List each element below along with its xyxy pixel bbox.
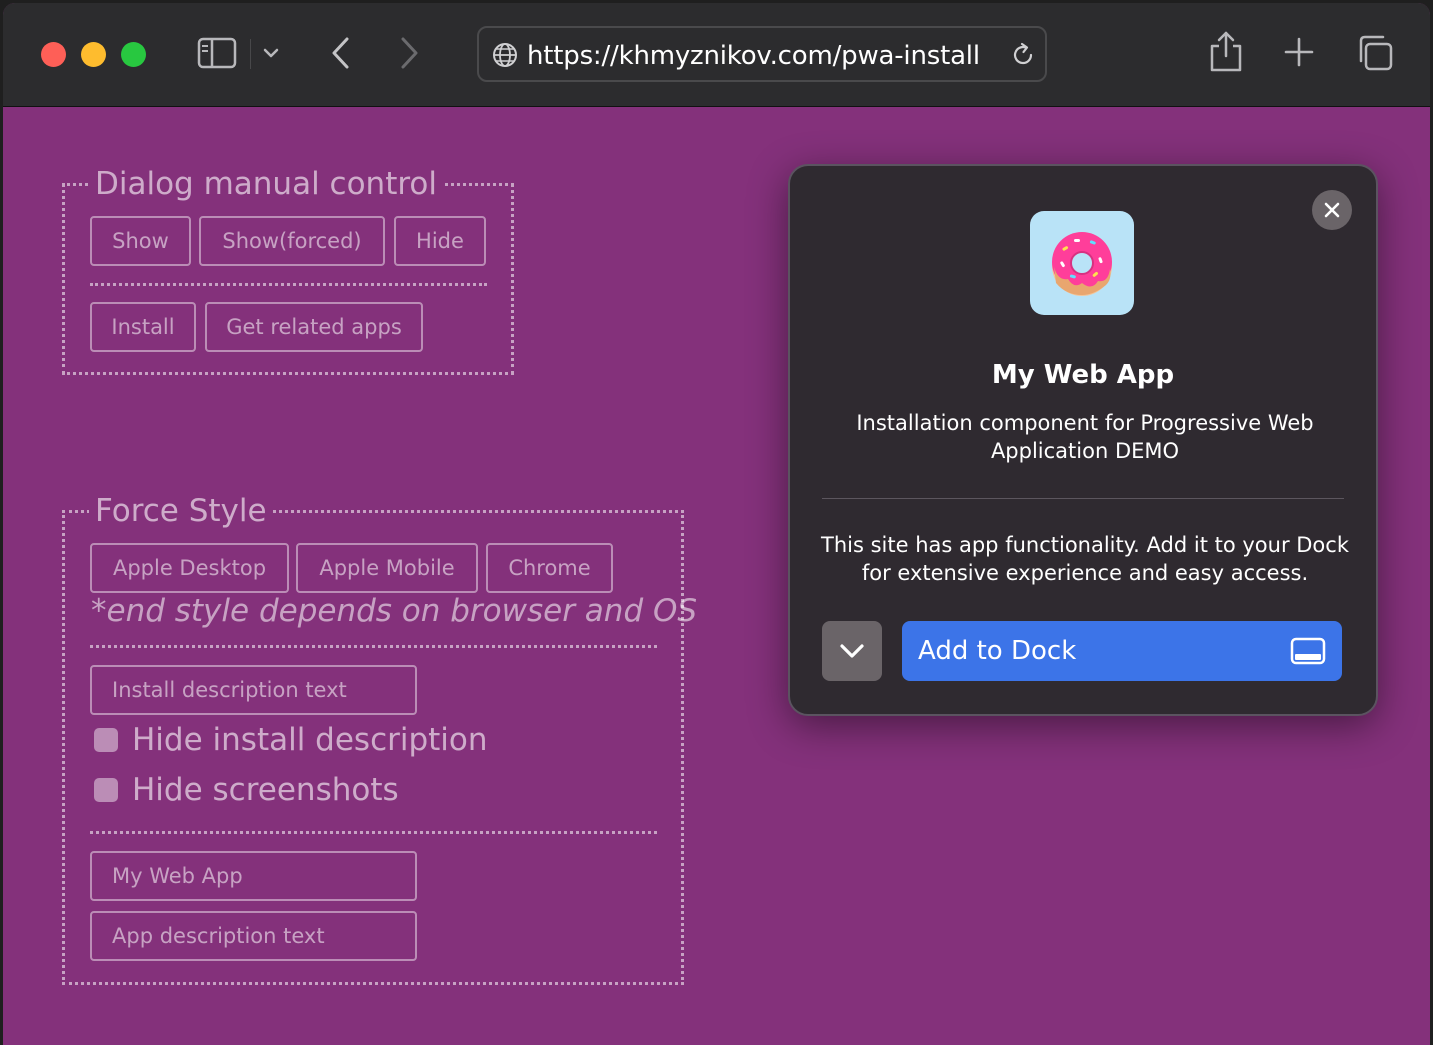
force-style-group: Force Style Apple Desktop Apple Mobile C… bbox=[62, 493, 697, 985]
show-button[interactable]: Show bbox=[90, 216, 191, 266]
install-description-input[interactable]: Install description text bbox=[90, 665, 417, 715]
dialog-app-description: Installation component for Progressive W… bbox=[856, 411, 1314, 463]
apple-mobile-button[interactable]: Apple Mobile bbox=[296, 543, 478, 593]
plus-icon[interactable] bbox=[1283, 36, 1315, 68]
app-description-input[interactable]: App description text bbox=[90, 911, 417, 961]
hide-install-description-label[interactable]: Hide install description bbox=[132, 722, 488, 758]
hide-install-description-checkbox-row[interactable]: Hide install description bbox=[94, 722, 488, 758]
dock-icon bbox=[1290, 637, 1326, 665]
add-to-dock-label[interactable]: Add to Dock bbox=[918, 636, 1076, 666]
dialog-app-name: My Web App bbox=[991, 360, 1175, 390]
donut-icon bbox=[1052, 232, 1112, 296]
reload-icon[interactable] bbox=[1009, 41, 1037, 69]
url-text[interactable]: https://khmyznikov.com/pwa-install bbox=[527, 41, 980, 71]
show-forced-button[interactable]: Show(forced) bbox=[199, 216, 385, 266]
chevron-down-icon bbox=[840, 644, 864, 658]
dialog-control-legend: Dialog manual control bbox=[89, 166, 443, 202]
hide-install-description-checkbox[interactable] bbox=[94, 728, 118, 752]
address-bar[interactable]: https://khmyznikov.com/pwa-install bbox=[477, 26, 1047, 82]
toolbar-separator bbox=[250, 39, 251, 69]
hide-screenshots-checkbox-row[interactable]: Hide screenshots bbox=[94, 772, 399, 808]
divider bbox=[90, 831, 657, 834]
forward-icon[interactable] bbox=[395, 35, 425, 71]
chrome-button[interactable]: Chrome bbox=[486, 543, 613, 593]
hide-button[interactable]: Hide bbox=[394, 216, 486, 266]
sidebar-icon[interactable] bbox=[196, 36, 238, 70]
share-icon[interactable] bbox=[1208, 29, 1244, 73]
page-content: Dialog manual control Show Show(forced) … bbox=[3, 108, 1430, 1045]
app-icon bbox=[1030, 211, 1134, 315]
minimize-window-button[interactable] bbox=[81, 42, 106, 67]
hide-screenshots-label[interactable]: Hide screenshots bbox=[132, 772, 399, 808]
globe-icon bbox=[491, 41, 519, 69]
dialog-install-description: This site has app functionality. Add it … bbox=[821, 533, 1349, 585]
install-button[interactable]: Install bbox=[90, 302, 196, 352]
install-dialog: My Web App Installation component for Pr… bbox=[788, 164, 1378, 716]
divider bbox=[90, 283, 487, 286]
apple-desktop-button[interactable]: Apple Desktop bbox=[90, 543, 289, 593]
expand-button[interactable] bbox=[822, 621, 882, 681]
add-to-dock-button[interactable]: Add to Dock bbox=[902, 621, 1342, 681]
divider bbox=[90, 645, 657, 648]
chevron-down-icon[interactable] bbox=[261, 43, 281, 63]
zoom-window-button[interactable] bbox=[121, 42, 146, 67]
hide-screenshots-checkbox[interactable] bbox=[94, 778, 118, 802]
close-icon bbox=[1324, 202, 1340, 218]
get-related-apps-button[interactable]: Get related apps bbox=[205, 302, 423, 352]
browser-toolbar: https://khmyznikov.com/pwa-install bbox=[3, 3, 1430, 107]
force-style-legend: Force Style bbox=[89, 493, 273, 529]
browser-window: https://khmyznikov.com/pwa-install Dialo… bbox=[3, 3, 1430, 1045]
dialog-control-group: Dialog manual control Show Show(forced) … bbox=[62, 166, 514, 375]
dialog-divider bbox=[822, 498, 1344, 499]
back-icon[interactable] bbox=[325, 35, 355, 71]
style-note: *end style depends on browser and OS bbox=[91, 593, 698, 629]
close-dialog-button[interactable] bbox=[1312, 190, 1352, 230]
tabs-icon[interactable] bbox=[1356, 34, 1394, 72]
app-name-input[interactable]: My Web App bbox=[90, 851, 417, 901]
close-window-button[interactable] bbox=[41, 42, 66, 67]
